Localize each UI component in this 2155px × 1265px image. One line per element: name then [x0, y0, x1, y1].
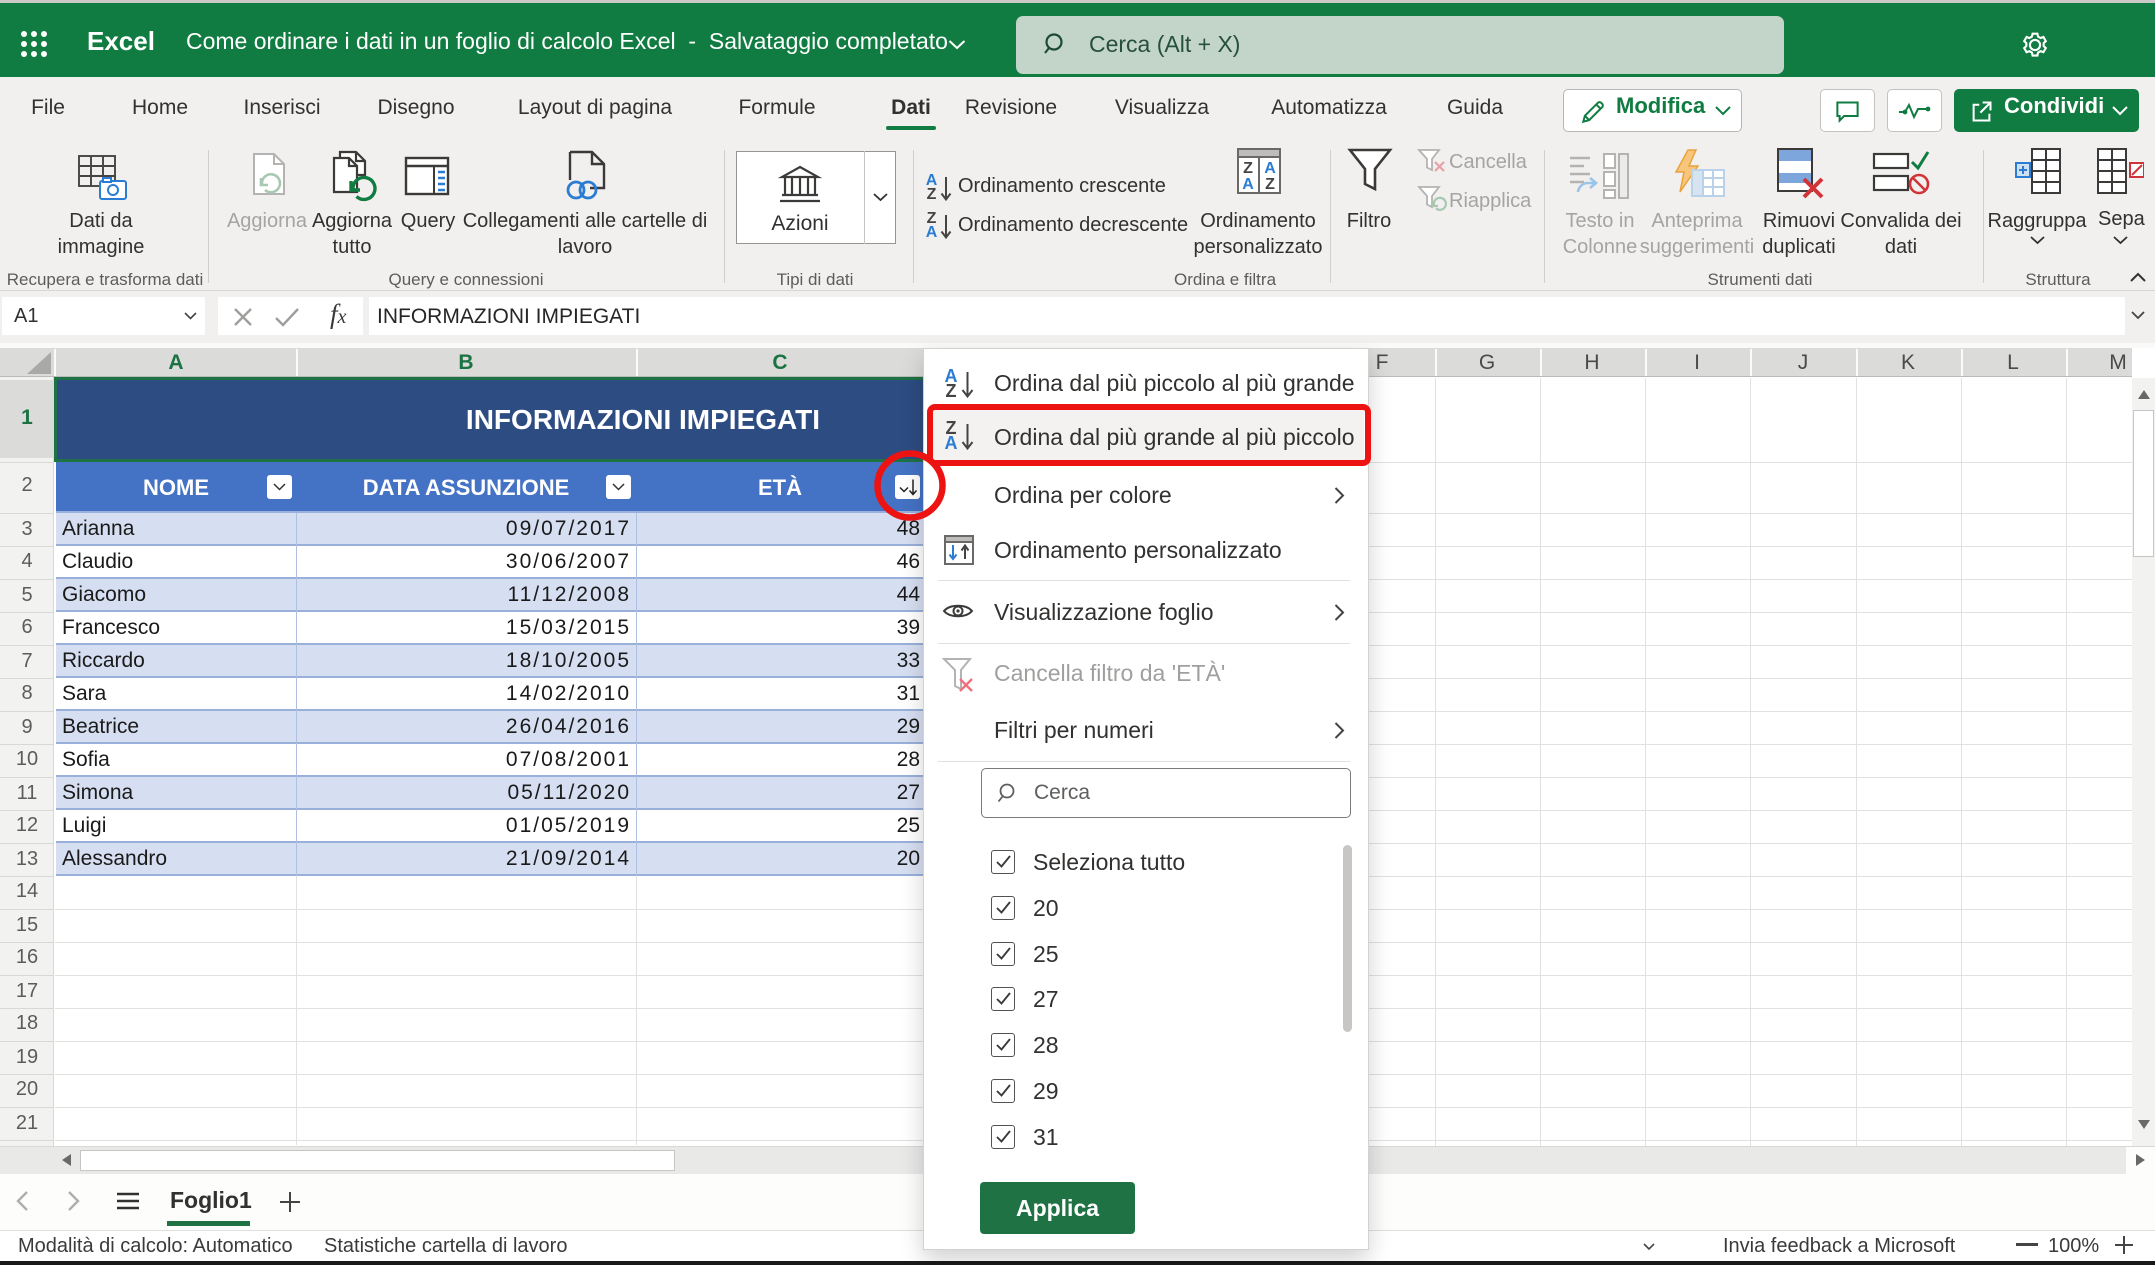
- svg-text:A: A: [1264, 160, 1276, 177]
- svg-text:Z: Z: [1243, 160, 1253, 177]
- svg-text:A: A: [1242, 176, 1254, 193]
- svg-text:Z: Z: [1265, 176, 1275, 193]
